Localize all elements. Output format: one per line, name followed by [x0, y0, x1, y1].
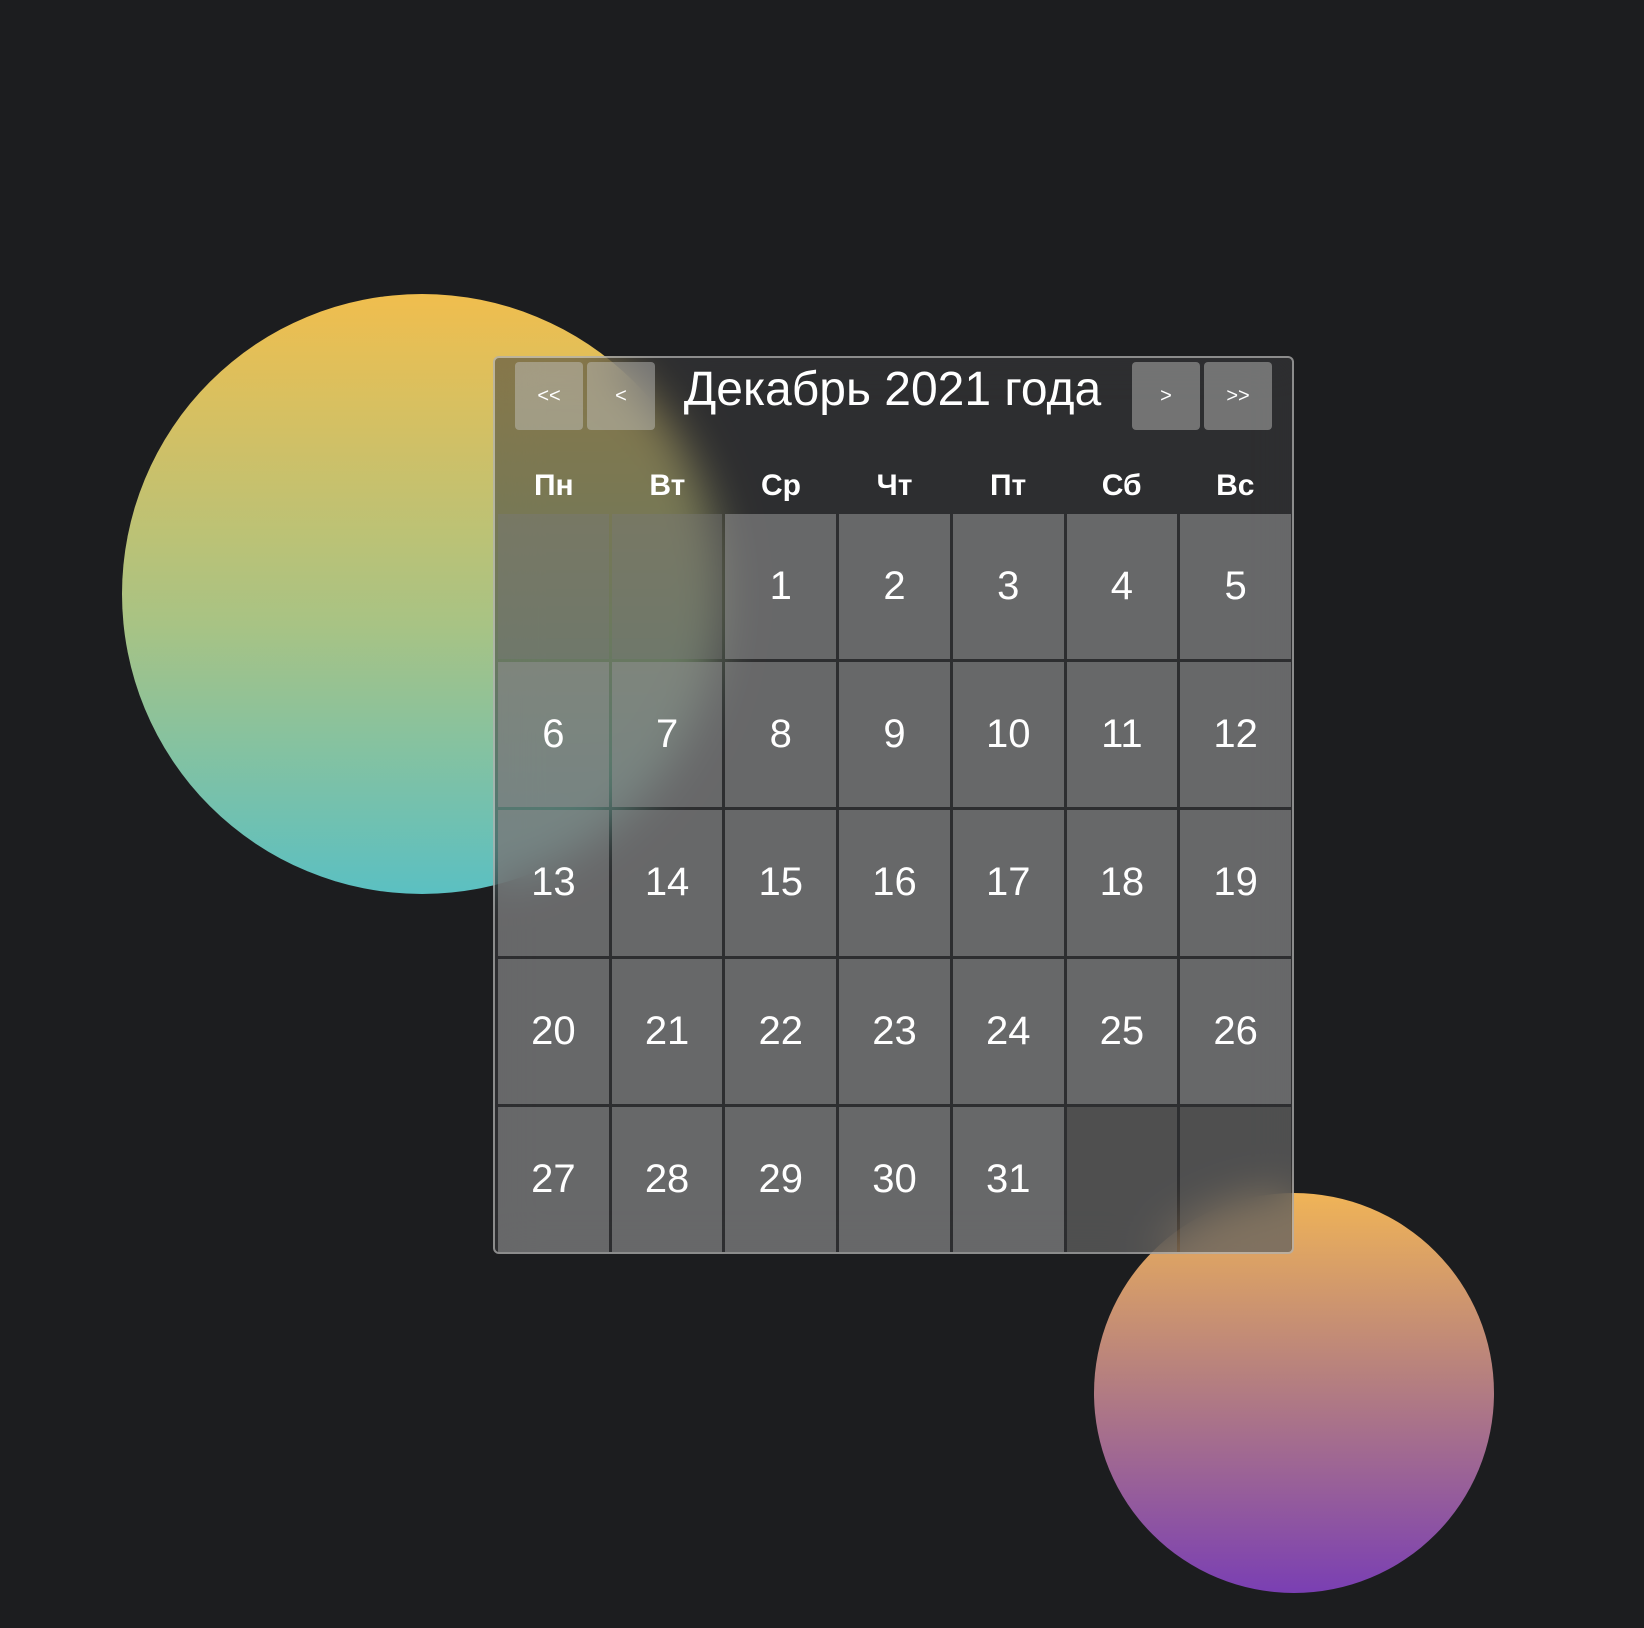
- weekday-label: Сб: [1101, 469, 1142, 502]
- weekday-label: Чт: [876, 469, 913, 502]
- day-cell[interactable]: 6: [498, 662, 609, 808]
- day-cell[interactable]: 3: [952, 514, 1064, 660]
- day-cell[interactable]: 15: [725, 810, 837, 956]
- day-cell[interactable]: 13: [498, 810, 609, 956]
- day-cell[interactable]: 16: [839, 810, 950, 956]
- day-cell[interactable]: 2: [839, 514, 950, 660]
- weekday-label: Вт: [649, 469, 686, 502]
- empty-day-cell: [1066, 1106, 1178, 1252]
- day-cell[interactable]: 11: [1066, 662, 1178, 808]
- weekday-row: Пн Вт Ср Чт Пт Сб Вс: [497, 458, 1292, 514]
- day-cell[interactable]: 22: [725, 958, 837, 1104]
- day-cell[interactable]: 23: [839, 958, 950, 1104]
- weekday-label: Вс: [1216, 469, 1255, 502]
- prev-month-button[interactable]: <: [587, 362, 655, 430]
- day-cell[interactable]: 21: [611, 958, 723, 1104]
- next-year-button[interactable]: >>: [1204, 362, 1272, 430]
- day-cell[interactable]: 18: [1066, 810, 1178, 956]
- weekday-label: Ср: [760, 469, 801, 502]
- page-background: << < Декабрь 2021 года > >> Пн Вт Ср Чт …: [0, 0, 1644, 1628]
- day-cell[interactable]: 29: [725, 1106, 837, 1252]
- weekday-label: Пт: [989, 469, 1027, 502]
- weekday-label: Пн: [533, 469, 574, 502]
- day-cell[interactable]: 9: [839, 662, 950, 808]
- day-cell[interactable]: 1: [725, 514, 837, 660]
- day-cell[interactable]: 17: [952, 810, 1064, 956]
- day-cell[interactable]: 19: [1180, 810, 1291, 956]
- calendar-widget: << < Декабрь 2021 года > >> Пн Вт Ср Чт …: [493, 356, 1294, 1254]
- day-cell[interactable]: 30: [839, 1106, 950, 1252]
- day-cell[interactable]: 25: [1066, 958, 1178, 1104]
- day-cell[interactable]: 5: [1180, 514, 1291, 660]
- day-cell[interactable]: 20: [498, 958, 609, 1104]
- day-cell[interactable]: 12: [1180, 662, 1291, 808]
- prev-year-button[interactable]: <<: [515, 362, 583, 430]
- days-grid: 1 2 3 4 5 6 7 8 9 10 11 12 13 14 15 16 1…: [498, 514, 1291, 1252]
- day-cell[interactable]: 14: [611, 810, 723, 956]
- month-title: Декабрь 2021 года: [683, 363, 1102, 416]
- day-cell[interactable]: 31: [952, 1106, 1064, 1252]
- next-month-button[interactable]: >: [1132, 362, 1200, 430]
- day-cell[interactable]: 7: [611, 662, 723, 808]
- empty-day-cell: [1180, 1106, 1291, 1252]
- day-cell[interactable]: 24: [952, 958, 1064, 1104]
- empty-day-cell: [498, 514, 609, 660]
- day-cell[interactable]: 26: [1180, 958, 1291, 1104]
- day-cell[interactable]: 10: [952, 662, 1064, 808]
- empty-day-cell: [611, 514, 723, 660]
- day-cell[interactable]: 27: [498, 1106, 609, 1252]
- day-cell[interactable]: 28: [611, 1106, 723, 1252]
- day-cell[interactable]: 4: [1066, 514, 1178, 660]
- calendar-header: << < Декабрь 2021 года > >>: [495, 358, 1292, 438]
- day-cell[interactable]: 8: [725, 662, 837, 808]
